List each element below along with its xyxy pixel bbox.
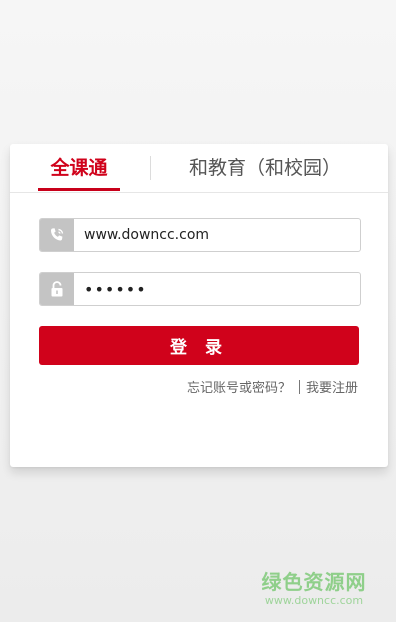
lock-icon xyxy=(40,273,74,305)
register-link[interactable]: 我要注册 xyxy=(306,381,358,396)
username-input[interactable] xyxy=(74,219,362,251)
forgot-password-link[interactable]: 忘记账号或密码？ xyxy=(187,381,291,396)
password-field[interactable] xyxy=(39,272,362,306)
phone-icon xyxy=(40,219,74,251)
tab-hejiaoyu[interactable]: 和教育（和校园） xyxy=(180,144,350,192)
tab-divider xyxy=(150,156,151,180)
tab-quankeitong[interactable]: 全课通 xyxy=(38,144,120,192)
account-links: 忘记账号或密码？ 我要注册 xyxy=(187,380,358,398)
watermark-title: 绿色资源网 xyxy=(261,570,367,594)
watermark-url: www.downcc.com xyxy=(264,594,364,607)
login-button[interactable]: 登 录 xyxy=(39,326,359,365)
link-separator xyxy=(298,380,300,394)
username-field[interactable] xyxy=(39,218,362,252)
login-card: 全课通 和教育（和校园） 登 录 忘记账号或密码？ 我要注册 xyxy=(10,144,388,467)
watermark: 绿色资源网 www.downcc.com xyxy=(254,570,374,608)
login-tabs: 全课通 和教育（和校园） xyxy=(10,144,388,193)
active-tab-underline xyxy=(38,188,120,191)
password-input[interactable] xyxy=(74,273,362,305)
